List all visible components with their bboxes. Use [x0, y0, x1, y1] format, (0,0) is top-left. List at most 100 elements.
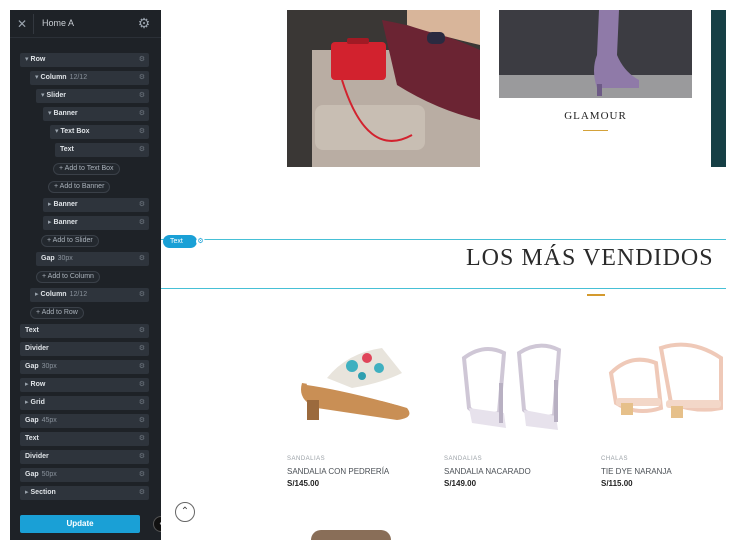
tree-item-banner[interactable]: ▸ Banner ⚙: [43, 198, 149, 212]
close-icon[interactable]: ✕: [14, 16, 30, 32]
caret-right-icon[interactable]: ▸: [25, 489, 29, 496]
tree-item-label: Text: [60, 146, 74, 153]
gear-icon[interactable]: ⚙: [139, 414, 145, 428]
gear-icon[interactable]: ⚙: [139, 432, 145, 446]
sidebar-header: ✕ Home A ⚙: [10, 10, 161, 38]
banner-image-partial[interactable]: [711, 10, 726, 167]
caret-right-icon[interactable]: ▸: [48, 201, 52, 208]
tree-item-gap[interactable]: Gap 45px ⚙: [20, 414, 149, 428]
gear-icon[interactable]: ⚙: [139, 198, 145, 212]
tree-item-meta: 45px: [41, 417, 57, 424]
tree-item-text[interactable]: Text ⚙: [55, 143, 149, 157]
tree-item-gap[interactable]: Gap 50px ⚙: [20, 468, 149, 482]
product-name[interactable]: SANDALIA CON PEDRERÍA: [287, 467, 389, 476]
settings-gear-icon[interactable]: ⚙: [196, 237, 205, 246]
gear-icon[interactable]: ⚙: [139, 252, 145, 266]
gear-icon[interactable]: ⚙: [139, 342, 145, 356]
tree-item-text[interactable]: Text ⚙: [20, 324, 149, 338]
handbag-photo: [287, 10, 480, 167]
tree-item-gap[interactable]: Gap 30px ⚙: [20, 360, 149, 374]
editor-window: ✕ Home A ⚙ ▾ Row ⚙ ▾ Column 12/12 ⚙ ▾ Slider ⚙ …: [10, 10, 726, 540]
gear-icon[interactable]: ⚙: [139, 143, 145, 157]
add-to-text-box-link[interactable]: + Add to Text Box: [53, 163, 120, 175]
tree-item-text-box[interactable]: ▾ Text Box ⚙: [50, 125, 149, 139]
tree-item-label: Gap: [25, 363, 39, 370]
tree-item-row[interactable]: ▾ Row ⚙: [20, 53, 149, 67]
add-to-banner-link[interactable]: + Add to Banner: [48, 181, 111, 193]
tree-item-label: Gap: [25, 471, 39, 478]
tree-item-label: Row: [30, 56, 46, 63]
tree-item-grid[interactable]: ▸ Grid ⚙: [20, 396, 149, 410]
product-image-sandal-tie-dye[interactable]: [601, 328, 726, 438]
tree-item-meta: 30px: [41, 363, 57, 370]
tree-item-text[interactable]: Text ⚙: [20, 432, 149, 446]
add-to-slider-link[interactable]: + Add to Slider: [41, 235, 99, 247]
caret-down-icon[interactable]: ▾: [41, 92, 45, 99]
tree-item-label: Column: [40, 74, 67, 81]
chevron-up-icon[interactable]: ⌃: [175, 502, 195, 522]
tree-item-column[interactable]: ▸ Column 12/12 ⚙: [30, 288, 149, 302]
gear-icon[interactable]: ⚙: [139, 53, 145, 67]
header-divider: [33, 14, 34, 34]
tree-item-label: Text: [25, 327, 39, 334]
caret-down-icon[interactable]: ▾: [35, 74, 39, 81]
caret-right-icon[interactable]: ▸: [25, 399, 29, 406]
tree-item-section[interactable]: ▸ Section ⚙: [20, 486, 149, 500]
tree-item-row[interactable]: ▸ Row ⚙: [20, 378, 149, 392]
tree-item-label: Text Box: [60, 128, 90, 135]
section-heading[interactable]: LOS MÁS VENDIDOS: [466, 245, 714, 272]
tree-item-label: Banner: [53, 219, 78, 226]
gear-icon[interactable]: ⚙: [139, 107, 145, 121]
caret-right-icon[interactable]: ▸: [25, 381, 29, 388]
product-name[interactable]: SANDALIA NACARADO: [444, 467, 531, 476]
banner-image-handbag[interactable]: [287, 10, 480, 167]
next-product-image-partial: [311, 530, 391, 540]
product-category: SANDALIAS: [444, 456, 483, 462]
tree-item-label: Section: [30, 489, 56, 496]
caret-right-icon[interactable]: ▸: [48, 219, 52, 226]
gear-icon[interactable]: ⚙: [139, 216, 145, 230]
gear-icon[interactable]: ⚙: [139, 486, 145, 500]
gear-icon[interactable]: ⚙: [139, 324, 145, 338]
tree-item-label: Slider: [46, 92, 66, 99]
caret-down-icon[interactable]: ▾: [48, 110, 52, 117]
gear-icon[interactable]: ⚙: [136, 15, 152, 31]
product-category: CHALAS: [601, 456, 629, 462]
gear-icon[interactable]: ⚙: [139, 378, 145, 392]
gear-icon[interactable]: ⚙: [139, 396, 145, 410]
tree-item-gap[interactable]: Gap 30px ⚙: [36, 252, 149, 266]
tree-item-label: Row: [30, 381, 46, 388]
caret-right-icon[interactable]: ▸: [35, 291, 39, 298]
tree-item-label: Gap: [25, 417, 39, 424]
gear-icon[interactable]: ⚙: [139, 360, 145, 374]
tree-item-banner[interactable]: ▸ Banner ⚙: [43, 216, 149, 230]
tree-item-divider[interactable]: Divider ⚙: [20, 450, 149, 464]
gear-icon[interactable]: ⚙: [139, 125, 145, 139]
gear-icon[interactable]: ⚙: [139, 288, 145, 302]
caret-down-icon[interactable]: ▾: [25, 56, 29, 63]
banner-image-boot[interactable]: [499, 10, 692, 98]
product-name[interactable]: TIE DYE NARANJA: [601, 467, 672, 476]
gear-icon[interactable]: ⚙: [139, 450, 145, 464]
product-price: S/115.00: [601, 479, 633, 488]
tree-item-slider[interactable]: ▾ Slider ⚙: [36, 89, 149, 103]
gear-icon[interactable]: ⚙: [139, 89, 145, 103]
tree-item-label: Column: [40, 291, 67, 298]
gear-icon[interactable]: ⚙: [139, 71, 145, 85]
product-image-sandal-jeweled[interactable]: [287, 328, 427, 438]
caret-down-icon[interactable]: ▾: [55, 128, 59, 135]
tree-item-label: Divider: [25, 345, 49, 352]
tree-item-meta: 30px: [57, 255, 73, 262]
update-button[interactable]: Update: [20, 515, 140, 533]
add-to-column-link[interactable]: + Add to Column: [36, 271, 100, 283]
element-type-tag[interactable]: Text: [163, 235, 197, 248]
tree-item-column[interactable]: ▾ Column 12/12 ⚙: [30, 71, 149, 85]
tree-item-label: Gap: [41, 255, 55, 262]
tree-item-divider[interactable]: Divider ⚙: [20, 342, 149, 356]
tree-item-banner[interactable]: ▾ Banner ⚙: [43, 107, 149, 121]
structure-sidebar: ✕ Home A ⚙ ▾ Row ⚙ ▾ Column 12/12 ⚙ ▾ Slider ⚙ …: [10, 10, 161, 540]
gear-icon[interactable]: ⚙: [139, 468, 145, 482]
add-to-row-link[interactable]: + Add to Row: [30, 307, 84, 319]
product-image-sandal-pearl[interactable]: [444, 328, 584, 438]
tree-item-label: Grid: [30, 399, 45, 406]
